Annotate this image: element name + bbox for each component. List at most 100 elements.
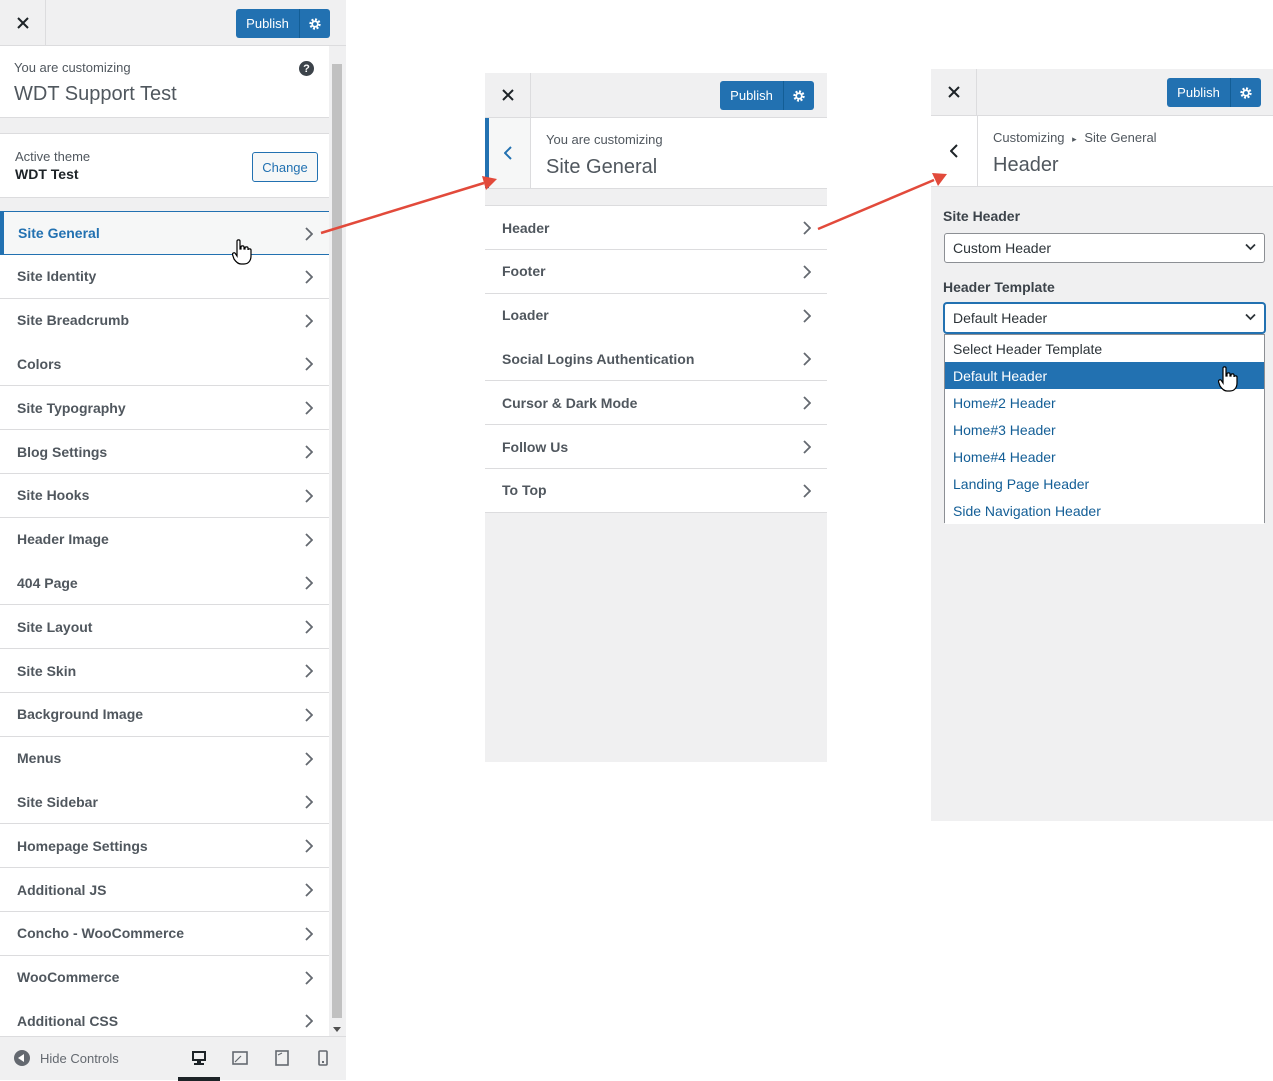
subsection-item-to-top[interactable]: To Top: [485, 468, 827, 513]
dropdown-option-default-header[interactable]: Default Header: [945, 362, 1264, 389]
breadcrumb: Customizing ▸ Site General: [993, 130, 1157, 145]
sidebar-item-label: Concho - WooCommerce: [17, 925, 184, 942]
mobile-icon[interactable]: [318, 1050, 328, 1066]
sidebar-item-colors[interactable]: Colors: [0, 342, 329, 387]
sidebar-item-404-page[interactable]: 404 Page: [0, 561, 329, 606]
publish-settings-button[interactable]: [784, 81, 814, 110]
sidebar-item-site-layout[interactable]: Site Layout: [0, 605, 329, 650]
sidebar-item-blog-settings[interactable]: Blog Settings: [0, 430, 329, 474]
close-icon: [16, 16, 29, 29]
tablet-portrait-icon[interactable]: [275, 1050, 289, 1066]
back-button[interactable]: [485, 118, 531, 188]
section-list: Site General Site Identity Site Breadcrumb…: [0, 211, 329, 1036]
close-button[interactable]: [0, 0, 46, 45]
dropdown-option-home-4-header[interactable]: Home#4 Header: [945, 443, 1264, 470]
device-desktop-button[interactable]: [178, 1037, 220, 1081]
customizer-panel-header: Publish Customizing ▸ Site General Heade…: [931, 69, 1273, 821]
subsection-item-cursor-dark-mode[interactable]: Cursor & Dark Mode: [485, 381, 827, 426]
dropdown-option-select-header-template[interactable]: Select Header Template: [945, 335, 1264, 362]
close-button[interactable]: [931, 69, 977, 115]
chevron-left-icon: [504, 146, 512, 160]
sidebar-item-site-skin[interactable]: Site Skin: [0, 649, 329, 693]
subsection-item-label: Follow Us: [502, 438, 569, 455]
publish-button[interactable]: Publish: [720, 81, 784, 110]
chevron-right-icon: [305, 313, 313, 328]
sidebar-item-background-image[interactable]: Background Image: [0, 692, 329, 737]
sidebar-item-label: Site Typography: [17, 399, 126, 416]
annotation-arrow: [320, 176, 497, 235]
publish-settings-button[interactable]: [300, 9, 330, 38]
chevron-right-icon: [305, 357, 313, 372]
site-header-label: Site Header: [943, 208, 1021, 224]
scrollbar-thumb[interactable]: [332, 64, 342, 1018]
help-icon[interactable]: ?: [299, 61, 314, 76]
sidebar-item-label: Menus: [17, 750, 62, 767]
chevron-right-icon: [305, 489, 313, 503]
sidebar-item-woocommerce[interactable]: WooCommerce: [0, 955, 329, 1000]
dropdown-option-home-2-header[interactable]: Home#2 Header: [945, 389, 1264, 416]
chevron-right-icon: [305, 751, 313, 766]
header-template-dropdown: Select Header Template Default Header Home…: [944, 334, 1265, 524]
chevron-right-icon: [305, 839, 313, 853]
sidebar-item-additional-js[interactable]: Additional JS: [0, 868, 329, 912]
sidebar-item-site-identity[interactable]: Site Identity: [0, 254, 329, 299]
sidebar-item-label: Header Image: [17, 531, 109, 548]
sidebar-item-label: 404 Page: [17, 574, 78, 591]
chevron-right-icon: [305, 708, 313, 722]
publish-group: Publish: [1167, 78, 1261, 107]
section-title: Header: [993, 154, 1059, 176]
dropdown-option-side-navigation-header[interactable]: Side Navigation Header: [945, 497, 1264, 524]
header-template-select[interactable]: Default Header: [944, 303, 1265, 333]
subsection-item-follow-us[interactable]: Follow Us: [485, 425, 827, 469]
scroll-down-arrow[interactable]: [333, 1027, 341, 1032]
chevron-right-icon: [305, 445, 313, 459]
sidebar-item-site-typography[interactable]: Site Typography: [0, 386, 329, 431]
subsection-item-social-logins-authentication[interactable]: Social Logins Authentication: [485, 337, 827, 382]
customizer-header: Publish: [0, 0, 346, 46]
sidebar-item-site-hooks[interactable]: Site Hooks: [0, 473, 329, 518]
sidebar-item-site-general[interactable]: Site General: [0, 211, 329, 255]
chevron-right-icon: [803, 352, 811, 367]
change-theme-button[interactable]: Change: [252, 152, 318, 182]
chevron-right-icon: [803, 308, 811, 323]
subsection-item-label: To Top: [502, 482, 547, 499]
sidebar-item-label: Site Layout: [17, 618, 93, 635]
dropdown-option-home-3-header[interactable]: Home#3 Header: [945, 416, 1264, 443]
gear-icon: [309, 17, 321, 30]
publish-button[interactable]: Publish: [236, 9, 300, 38]
hand-cursor-icon: [1218, 366, 1238, 392]
sidebar-item-concho-woocommerce[interactable]: Concho - WooCommerce: [0, 911, 329, 956]
subsection-item-label: Loader: [502, 307, 549, 324]
sidebar-item-header-image[interactable]: Header Image: [0, 517, 329, 562]
sidebar-item-homepage-settings[interactable]: Homepage Settings: [0, 824, 329, 869]
publish-group: Publish: [236, 9, 330, 38]
chevron-right-icon: [305, 227, 313, 241]
sidebar-item-additional-css[interactable]: Additional CSS: [0, 999, 329, 1036]
site-header-select[interactable]: Custom Header: [944, 233, 1265, 263]
customizer-header: Publish: [485, 73, 827, 118]
close-button[interactable]: [485, 73, 531, 117]
sidebar-item-label: Site Hooks: [17, 487, 90, 504]
publish-button[interactable]: Publish: [1167, 78, 1231, 107]
subsection-item-footer[interactable]: Footer: [485, 249, 827, 294]
back-button[interactable]: [931, 116, 978, 186]
hide-controls-button[interactable]: Hide Controls: [40, 1051, 119, 1066]
chevron-left-icon: [950, 144, 958, 158]
collapse-icon[interactable]: [14, 1050, 30, 1066]
sidebar-item-site-breadcrumb[interactable]: Site Breadcrumb: [0, 298, 329, 343]
subsection-item-header[interactable]: Header: [485, 206, 827, 250]
close-icon: [501, 89, 514, 101]
sidebar-item-site-sidebar[interactable]: Site Sidebar: [0, 780, 329, 825]
subsection-item-label: Cursor & Dark Mode: [502, 394, 638, 411]
scrollbar[interactable]: [329, 46, 346, 1036]
sidebar-item-menus[interactable]: Menus: [0, 736, 329, 781]
tablet-icon[interactable]: [232, 1051, 248, 1065]
subsection-item-loader[interactable]: Loader: [485, 293, 827, 338]
sidebar-item-label: Blog Settings: [17, 443, 108, 460]
gear-icon: [793, 89, 805, 102]
customizer-footer: Hide Controls: [0, 1036, 346, 1081]
section-info: Customizing ▸ Site General Header: [931, 116, 1273, 187]
publish-settings-button[interactable]: [1231, 78, 1261, 107]
chevron-down-icon: [1245, 313, 1256, 321]
dropdown-option-landing-page-header[interactable]: Landing Page Header: [945, 470, 1264, 497]
